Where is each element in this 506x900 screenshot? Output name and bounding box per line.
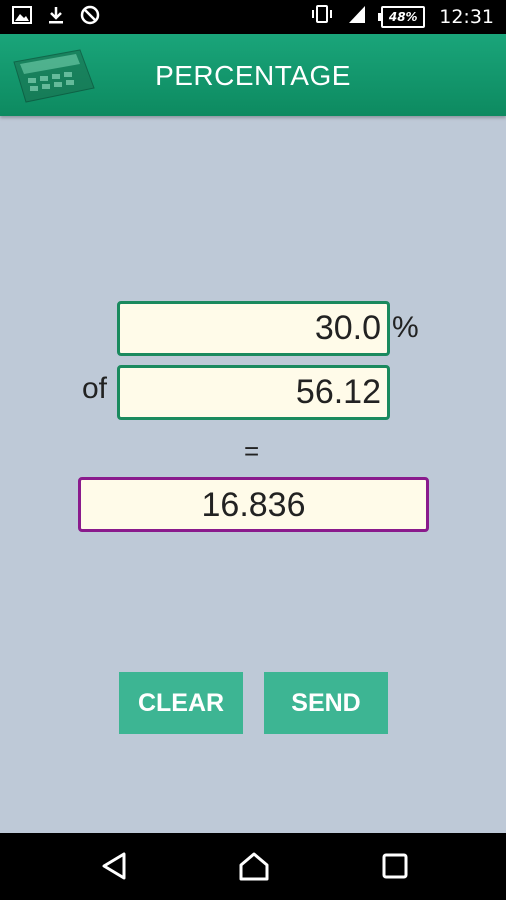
send-button[interactable]: SEND [264, 672, 388, 734]
status-bar: 48% 12:31 [0, 0, 506, 34]
result-field[interactable]: 16.836 [78, 477, 429, 532]
equals-label: = [244, 436, 260, 466]
download-icon [46, 5, 66, 29]
blocked-icon [80, 5, 100, 29]
battery-indicator: 48% [378, 5, 426, 28]
signal-icon [347, 4, 367, 29]
clock: 12:31 [439, 5, 494, 28]
page-title: PERCENTAGE [155, 60, 351, 91]
percent-input[interactable]: 30.0 [117, 301, 390, 356]
percent-sign-label: % [392, 311, 419, 344]
vibrate-icon [311, 4, 333, 29]
of-label: of [82, 372, 108, 405]
of-value-input[interactable]: 56.12 [117, 365, 390, 420]
back-icon[interactable] [100, 851, 128, 885]
clear-button[interactable]: CLEAR [119, 672, 243, 734]
recents-icon[interactable] [381, 851, 409, 885]
status-system: 48% 12:31 [311, 4, 494, 29]
home-icon[interactable] [238, 851, 270, 885]
app-header: PERCENTAGE [0, 34, 506, 116]
navigation-bar [0, 833, 506, 900]
image-icon [12, 6, 32, 28]
status-notifications [12, 5, 100, 29]
